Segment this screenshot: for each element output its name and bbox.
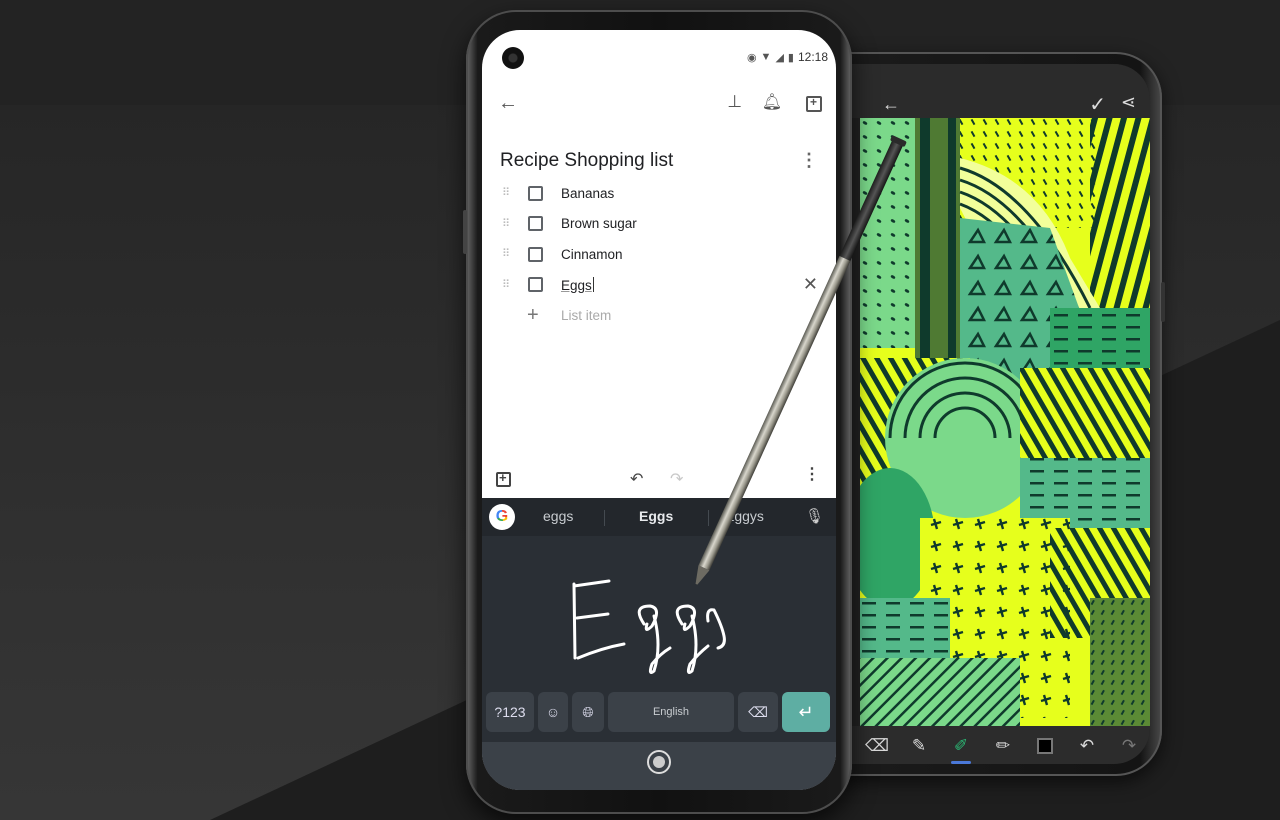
emoji-icon[interactable]: ☺ <box>538 692 568 732</box>
archive-icon[interactable] <box>806 95 822 112</box>
redo-icon[interactable]: ↷ <box>1108 728 1150 764</box>
suggestion-bar: G eggs Eggs Eggys 🎙︎ <box>482 498 836 536</box>
handwritten-ink <box>572 579 726 674</box>
check-icon[interactable]: ✓ <box>1089 92 1106 117</box>
checkbox[interactable] <box>528 246 543 262</box>
list-item-text[interactable]: Bananas <box>561 186 614 201</box>
more-vert-icon[interactable]: ⋮ <box>800 151 818 169</box>
drawing-app-screen: ← ✓ ⋖ ⌫ ✎ ✐ ✏ ↶ ↷ <box>812 64 1150 764</box>
color-swatch-icon <box>1037 738 1053 754</box>
drag-handle-icon[interactable]: ⠿ <box>502 218 512 229</box>
side-button[interactable] <box>463 210 467 254</box>
navigation-bar <box>482 742 836 790</box>
backspace-icon[interactable]: ⌫ <box>738 692 778 732</box>
pencil-icon[interactable]: ✎ <box>898 728 940 764</box>
pin-icon[interactable]: ⊥ <box>727 92 742 112</box>
plus-icon: + <box>527 303 539 326</box>
more-vert-icon[interactable]: ⋮ <box>804 466 820 482</box>
drawing-canvas[interactable] <box>860 118 1150 726</box>
divider <box>604 510 605 526</box>
globe-icon[interactable]: 🌐︎ <box>572 692 604 732</box>
drawing-toolbar: ⌫ ✎ ✐ ✏ ↶ ↷ <box>812 726 1150 764</box>
wifi-icon: ▼ <box>760 51 772 63</box>
text-caret <box>592 276 594 292</box>
redo-icon[interactable]: ↷ <box>670 469 683 489</box>
add-list-item[interactable]: + List item <box>482 300 836 330</box>
handwriting-area[interactable] <box>482 536 836 688</box>
close-icon[interactable]: ✕ <box>803 274 818 295</box>
list-item-text: Eggs <box>561 277 592 293</box>
add-box-icon[interactable] <box>496 470 511 487</box>
list-item-editing: ⠿ Eggs ✕ <box>482 270 836 301</box>
checkbox[interactable] <box>528 216 543 232</box>
list-item: ⠿ Brown sugar <box>482 209 836 240</box>
front-camera <box>502 47 524 69</box>
checklist: ⠿ Bananas ⠿ Brown sugar ⠿ Cinnamon ⠿ Egg… <box>482 178 836 300</box>
eraser-icon[interactable]: ⌫ <box>856 728 898 764</box>
color-swatch-button[interactable] <box>1024 728 1066 764</box>
google-icon[interactable]: G <box>489 504 515 530</box>
notes-app-screen: ◉ ▼ ◢ ▮ 12:18 ← ⊥ 🔔︎ Recipe Shopping lis… <box>482 30 836 790</box>
status-time: 12:18 <box>797 50 828 64</box>
list-item-text[interactable]: Cinnamon <box>561 247 623 262</box>
phone-notes-app: ◉ ▼ ◢ ▮ 12:18 ← ⊥ 🔔︎ Recipe Shopping lis… <box>463 10 852 814</box>
list-item: ⠿ Bananas <box>482 178 836 209</box>
undo-icon[interactable]: ↶ <box>630 469 643 489</box>
phone-drawing-app: ← ✓ ⋖ ⌫ ✎ ✐ ✏ ↶ ↷ <box>800 52 1165 776</box>
microphone-icon[interactable]: 🎙︎ <box>805 507 824 525</box>
undo-icon[interactable]: ↶ <box>1066 728 1108 764</box>
battery-icon: ▮ <box>787 51 794 64</box>
list-item-input[interactable]: Eggs <box>561 276 594 293</box>
checkbox[interactable] <box>528 185 543 201</box>
handwriting-keyboard: G eggs Eggs Eggys 🎙︎ ?123 ☺ 🌐︎ English ⌫… <box>482 498 836 790</box>
list-item-text[interactable]: Brown sugar <box>561 216 637 231</box>
arrow-left-icon[interactable]: ← <box>498 92 518 115</box>
add-item-placeholder: List item <box>561 307 612 323</box>
list-item: ⠿ Cinnamon <box>482 239 836 270</box>
note-bottom-bar: ↶ ↷ ⋮ <box>482 462 836 498</box>
drag-handle-icon[interactable]: ⠿ <box>502 279 512 290</box>
home-button[interactable] <box>647 750 671 774</box>
eye-icon: ◉ <box>746 51 757 64</box>
signal-icon: ◢ <box>775 51 784 64</box>
side-button[interactable] <box>1161 282 1165 322</box>
enter-icon[interactable]: ↵ <box>782 692 830 732</box>
suggestion-selected[interactable]: Eggs <box>639 508 673 524</box>
note-toolbar: ← ⊥ 🔔︎ <box>482 82 836 128</box>
drag-handle-icon[interactable]: ⠿ <box>502 249 512 260</box>
suggestion[interactable]: eggs <box>543 508 573 524</box>
drawing-app-topbar: ← ✓ ⋖ <box>812 64 1150 118</box>
brush-icon[interactable]: ✏ <box>982 728 1024 764</box>
marker-icon[interactable]: ✐ <box>940 728 982 764</box>
share-icon[interactable]: ⋖ <box>1121 92 1136 113</box>
bell-add-icon[interactable]: 🔔︎ <box>762 92 782 112</box>
status-bar: ◉ ▼ ◢ ▮ 12:18 <box>747 50 828 64</box>
keyboard-bottom-row: ?123 ☺ 🌐︎ English ⌫ ↵ <box>482 692 836 734</box>
checkbox[interactable] <box>528 277 543 293</box>
drag-handle-icon[interactable]: ⠿ <box>502 188 512 199</box>
space-key[interactable]: English <box>608 692 734 732</box>
symbols-key[interactable]: ?123 <box>486 692 534 732</box>
arrow-left-icon[interactable]: ← <box>882 94 900 115</box>
note-title[interactable]: Recipe Shopping list <box>500 150 673 172</box>
divider <box>708 510 709 526</box>
suggestion[interactable]: Eggys <box>725 508 764 524</box>
